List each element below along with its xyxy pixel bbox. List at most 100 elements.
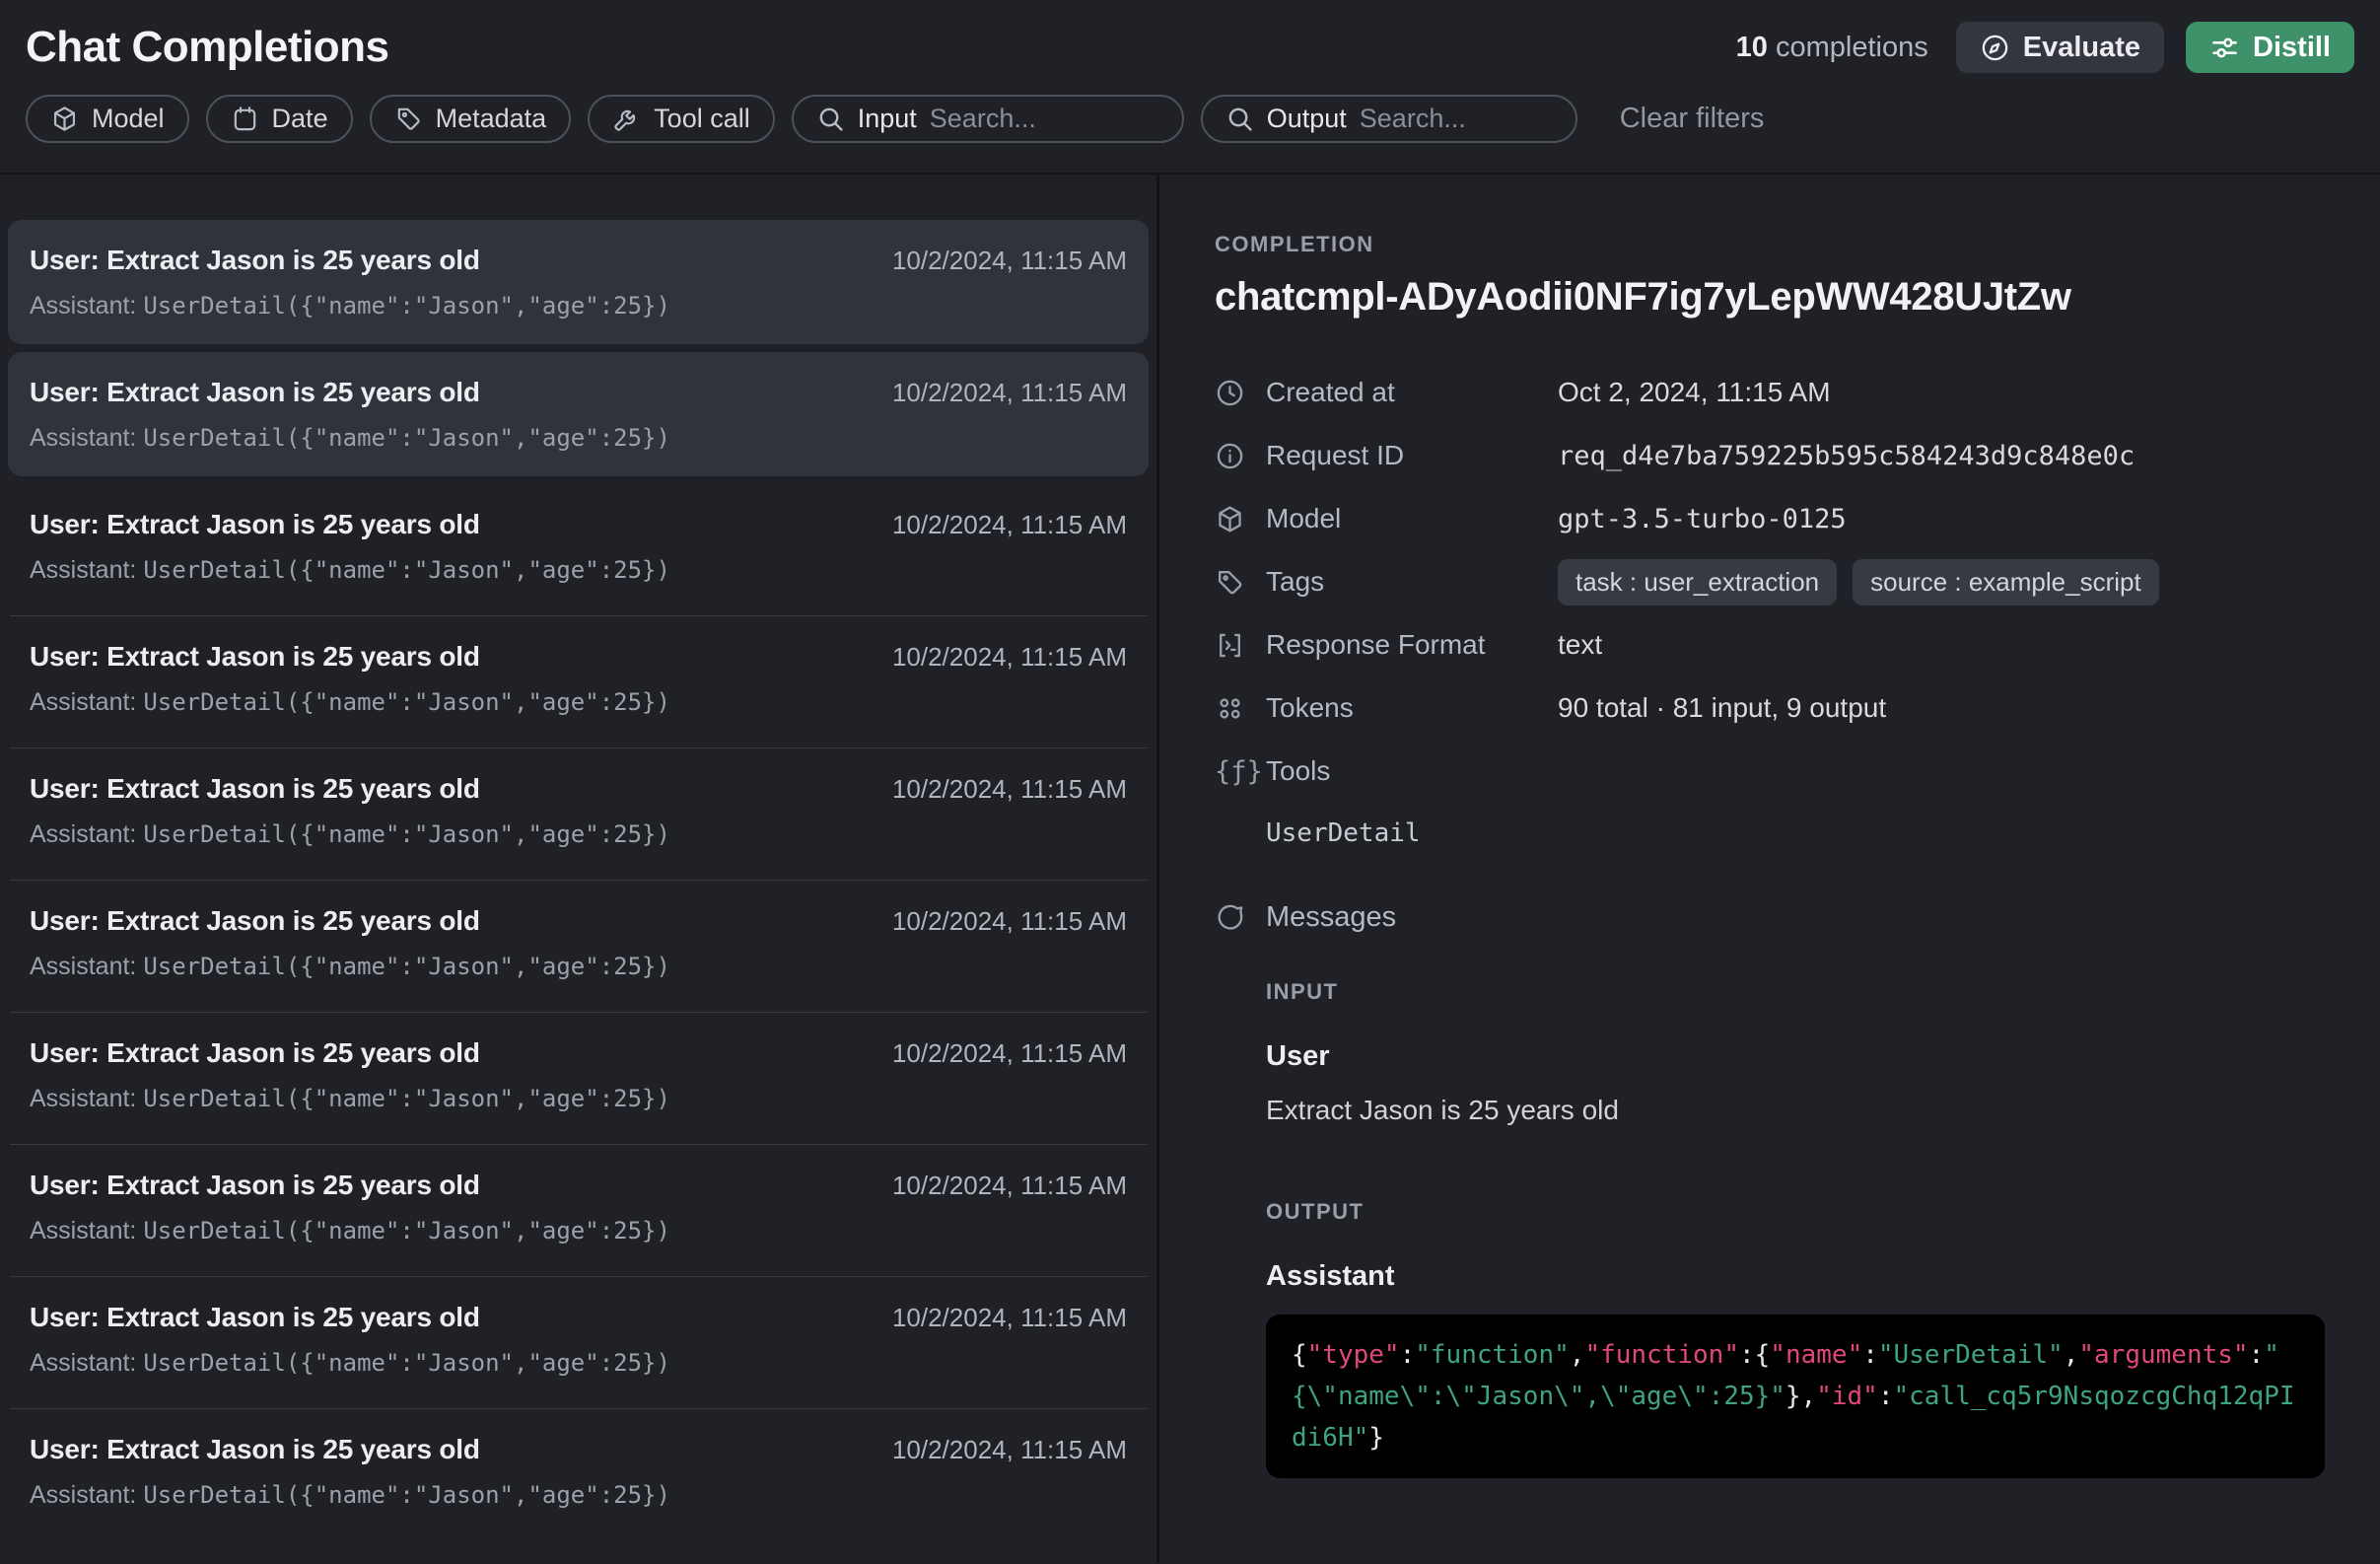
item-assistant-text: Assistant: UserDetail({"name":"Jason","a… [30,688,1127,717]
response-format-value: text [1558,629,1602,661]
item-timestamp: 10/2/2024, 11:15 AM [892,1435,1127,1465]
filter-date-button[interactable]: Date [206,95,353,143]
item-assistant-text: Assistant: UserDetail({"name":"Jason","a… [30,556,1127,585]
item-user-text: User: Extract Jason is 25 years old [30,509,480,540]
clear-filters-link[interactable]: Clear filters [1620,103,1765,135]
item-timestamp: 10/2/2024, 11:15 AM [892,246,1127,276]
tokens-row: Tokens 90 total · 81 input, 9 output [1215,676,2325,740]
input-section: INPUT User Extract Jason is 25 years old [1266,979,2325,1126]
item-timestamp: 10/2/2024, 11:15 AM [892,1171,1127,1201]
item-user-text: User: Extract Jason is 25 years old [30,1037,480,1069]
tag-icon [394,105,423,133]
cube-icon [1215,504,1245,534]
input-section-label: INPUT [1266,979,2325,1005]
response-format-row: Response Format text [1215,613,2325,676]
item-assistant-text: Assistant: UserDetail({"name":"Jason","a… [30,1217,1127,1245]
input-role: User [1266,1040,2325,1073]
completion-list-item[interactable]: User: Extract Jason is 25 years old 10/2/… [8,1409,1149,1541]
item-assistant-text: Assistant: UserDetail({"name":"Jason","a… [30,1481,1127,1510]
completion-detail-panel: COMPLETION chatcmpl-ADyAodii0NF7ig7yLepW… [1159,175,2380,1563]
search-icon [816,105,845,133]
messages-header: Messages [1215,901,2325,934]
item-user-text: User: Extract Jason is 25 years old [30,1434,480,1465]
chat-bubble-icon [1215,902,1245,933]
cube-icon [50,105,79,133]
completion-list-item[interactable]: User: Extract Jason is 25 years old 10/2/… [8,484,1149,616]
item-user-text: User: Extract Jason is 25 years old [30,1302,480,1333]
completion-list-item[interactable]: User: Extract Jason is 25 years old 10/2/… [8,748,1149,881]
output-role: Assistant [1266,1260,2325,1293]
assistant-code-block: {"type":"function","function":{"name":"U… [1266,1315,2325,1478]
completion-list-item[interactable]: User: Extract Jason is 25 years old 10/2/… [8,881,1149,1013]
output-section: OUTPUT Assistant {"type":"function","fun… [1266,1199,2325,1478]
tag-chips: task : user_extraction source : example_… [1558,559,2159,605]
header-actions: 10 completions Evaluate Distill [1736,22,2354,73]
item-user-text: User: Extract Jason is 25 years old [30,773,480,805]
item-timestamp: 10/2/2024, 11:15 AM [892,378,1127,408]
item-timestamp: 10/2/2024, 11:15 AM [892,774,1127,805]
clock-icon [1215,378,1245,408]
request-id-row: Request ID req_d4e7ba759225b595c584243d9… [1215,424,2325,487]
created-at-row: Created at Oct 2, 2024, 11:15 AM [1215,361,2325,424]
item-assistant-text: Assistant: UserDetail({"name":"Jason","a… [30,1085,1127,1113]
distill-button[interactable]: Distill [2186,22,2354,73]
main-content: User: Extract Jason is 25 years old 10/2/… [0,175,2380,1563]
wrench-icon [612,105,641,133]
output-search-field[interactable] [1360,104,1553,134]
item-user-text: User: Extract Jason is 25 years old [30,245,480,276]
item-timestamp: 10/2/2024, 11:15 AM [892,1038,1127,1069]
completion-list-item[interactable]: User: Extract Jason is 25 years old 10/2/… [8,616,1149,748]
output-search[interactable]: Output [1201,95,1577,143]
completion-list-item[interactable]: User: Extract Jason is 25 years old 10/2/… [8,1145,1149,1277]
tag-icon [1215,567,1245,598]
tag-chip: task : user_extraction [1558,559,1837,605]
created-at-value: Oct 2, 2024, 11:15 AM [1558,377,1831,408]
brackets-cursor-icon [1215,630,1245,661]
item-assistant-text: Assistant: UserDetail({"name":"Jason","a… [30,292,1127,320]
completion-id: chatcmpl-ADyAodii0NF7ig7yLepWW428UJtZw [1215,275,2325,320]
search-icon [1225,105,1254,133]
item-assistant-text: Assistant: UserDetail({"name":"Jason","a… [30,820,1127,849]
completion-list-item[interactable]: User: Extract Jason is 25 years old 10/2/… [8,220,1149,344]
page-header: Chat Completions 10 completions Evaluate… [0,0,2380,81]
tokens-value: 90 total · 81 input, 9 output [1558,692,1886,724]
filter-metadata-button[interactable]: Metadata [370,95,572,143]
completion-list-item[interactable]: User: Extract Jason is 25 years old 10/2/… [8,352,1149,476]
item-user-text: User: Extract Jason is 25 years old [30,1170,480,1201]
item-assistant-text: Assistant: UserDetail({"name":"Jason","a… [30,953,1127,981]
tools-row: {ƒ}Tools [1215,740,2325,803]
item-user-text: User: Extract Jason is 25 years old [30,377,480,408]
evaluate-button[interactable]: Evaluate [1956,22,2164,73]
input-search-field[interactable] [930,104,1159,134]
assistant-code: {"type":"function","function":{"name":"U… [1292,1340,2295,1453]
tag-chip: source : example_script [1853,559,2159,605]
completion-section-label: COMPLETION [1215,232,2325,257]
compass-icon [1980,33,2010,63]
input-content: Extract Jason is 25 years old [1266,1095,2325,1126]
item-user-text: User: Extract Jason is 25 years old [30,641,480,673]
info-icon [1215,441,1245,471]
tags-row: Tags task : user_extraction source : exa… [1215,550,2325,613]
output-section-label: OUTPUT [1266,1199,2325,1225]
tokens-icon [1215,693,1245,724]
item-timestamp: 10/2/2024, 11:15 AM [892,510,1127,540]
filter-bar: Model Date Metadata Tool call Input Outp… [0,81,2380,175]
completions-list: User: Extract Jason is 25 years old 10/2/… [0,175,1156,1563]
braces-function-icon: {ƒ} [1215,756,1245,787]
calendar-icon [231,105,259,133]
page-title: Chat Completions [26,23,388,72]
model-row: Model gpt-3.5-turbo-0125 [1215,487,2325,550]
item-assistant-text: Assistant: UserDetail({"name":"Jason","a… [30,1349,1127,1378]
item-timestamp: 10/2/2024, 11:15 AM [892,906,1127,937]
item-user-text: User: Extract Jason is 25 years old [30,905,480,937]
request-id-value: req_d4e7ba759225b595c584243d9c848e0c [1558,441,2135,471]
model-value: gpt-3.5-turbo-0125 [1558,504,1847,534]
item-timestamp: 10/2/2024, 11:15 AM [892,1303,1127,1333]
completion-list-item[interactable]: User: Extract Jason is 25 years old 10/2/… [8,1277,1149,1409]
item-timestamp: 10/2/2024, 11:15 AM [892,642,1127,673]
completion-list-item[interactable]: User: Extract Jason is 25 years old 10/2/… [8,1013,1149,1145]
item-assistant-text: Assistant: UserDetail({"name":"Jason","a… [30,424,1127,453]
input-search[interactable]: Input [792,95,1184,143]
filter-model-button[interactable]: Model [26,95,189,143]
filter-tool-call-button[interactable]: Tool call [588,95,775,143]
